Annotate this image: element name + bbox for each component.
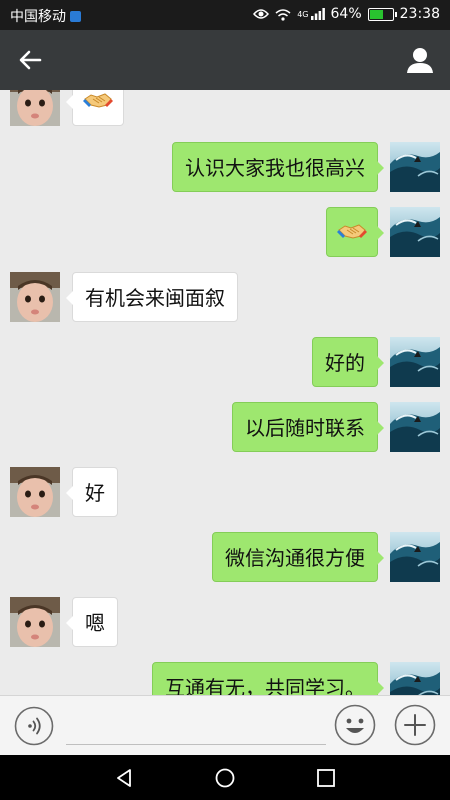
contact-avatar[interactable] — [10, 90, 60, 126]
message-row: 以后随时联系 — [0, 402, 450, 452]
battery-icon — [367, 7, 397, 21]
message-row: 微信沟通很方便 — [0, 532, 450, 582]
network-type: 4G — [297, 9, 309, 19]
my-avatar[interactable] — [390, 532, 440, 582]
my-avatar[interactable] — [390, 402, 440, 452]
message-bubble[interactable] — [66, 90, 124, 126]
nav-recent-icon[interactable] — [315, 767, 337, 789]
message-row: 有机会来闽面叙 — [0, 272, 450, 322]
profile-icon[interactable] — [404, 44, 436, 76]
my-avatar[interactable] — [390, 142, 440, 192]
clock: 23:38 — [399, 6, 440, 22]
status-bar: 中国移动 4G 64% 23:38 — [0, 0, 450, 30]
message-input[interactable] — [66, 704, 326, 745]
my-avatar[interactable] — [390, 207, 440, 257]
wifi-icon — [275, 8, 291, 21]
nav-back-icon[interactable] — [113, 767, 135, 789]
message-row: 互通有无，共同学习。 — [0, 662, 450, 695]
nav-home-icon[interactable] — [214, 767, 236, 789]
voice-icon[interactable] — [14, 706, 54, 746]
message-bubble[interactable]: 好 — [66, 467, 118, 517]
message-bubble[interactable] — [326, 207, 384, 257]
message-bubble[interactable]: 嗯 — [66, 597, 118, 647]
system-nav-bar — [0, 755, 450, 800]
input-bar — [0, 695, 450, 755]
contact-avatar[interactable] — [10, 467, 60, 517]
message-row — [0, 207, 450, 257]
contact-avatar[interactable] — [10, 597, 60, 647]
carrier-name: 中国移动 — [10, 9, 66, 25]
message-bubble[interactable]: 微信沟通很方便 — [212, 532, 384, 582]
message-row: 嗯 — [0, 597, 450, 647]
chat-list[interactable]: 认识大家我也很高兴 有机会来闽面叙 好的 以后随时联系 好 微信沟通很方便 嗯 … — [0, 90, 450, 695]
eye-icon — [253, 9, 270, 19]
handshake-icon — [337, 222, 367, 242]
message-bubble[interactable]: 以后随时联系 — [232, 402, 384, 452]
message-row — [0, 90, 450, 126]
my-avatar[interactable] — [390, 337, 440, 387]
message-bubble[interactable]: 互通有无，共同学习。 — [152, 662, 384, 695]
emoji-icon[interactable] — [334, 704, 376, 746]
message-row: 认识大家我也很高兴 — [0, 142, 450, 192]
signal-icon — [310, 8, 325, 20]
plus-icon[interactable] — [394, 704, 436, 746]
message-bubble[interactable]: 有机会来闽面叙 — [66, 272, 238, 322]
message-row: 好的 — [0, 337, 450, 387]
carrier-badge-icon — [70, 10, 81, 22]
battery-level — [369, 9, 384, 19]
message-bubble[interactable]: 认识大家我也很高兴 — [172, 142, 384, 192]
contact-avatar[interactable] — [10, 272, 60, 322]
handshake-icon — [83, 91, 113, 111]
my-avatar[interactable] — [390, 662, 440, 695]
title-bar — [0, 30, 450, 90]
back-arrow-icon[interactable] — [14, 44, 48, 76]
battery-percent: 64% — [330, 6, 362, 22]
message-row: 好 — [0, 467, 450, 517]
message-bubble[interactable]: 好的 — [312, 337, 384, 387]
